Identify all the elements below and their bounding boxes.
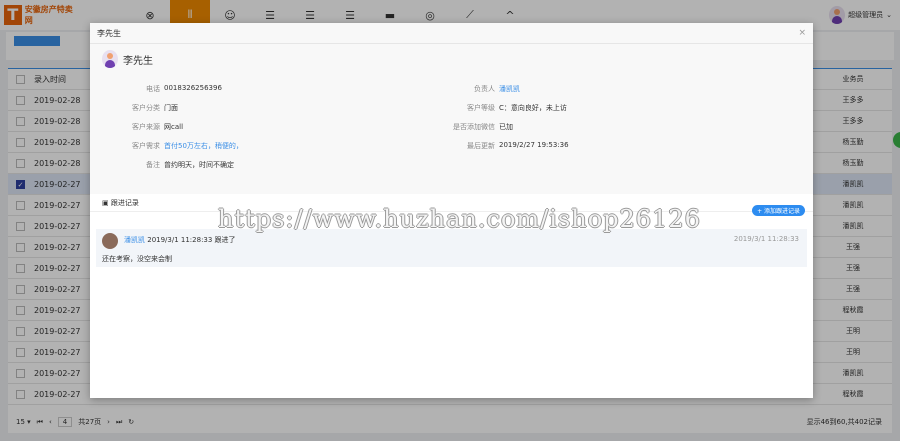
avatar [102,50,118,68]
modal-header: 李先生 [90,23,813,44]
add-follow-up-button[interactable]: + 添加跟进记录 [752,205,805,216]
follow-up-record: 潘凯凯 2019/3/1 11:28:33 跟进了 2019/3/1 11:28… [96,229,807,267]
close-icon[interactable]: × [798,28,806,38]
customer-info: 李先生 电话 0018326256396 负责人 潘凯凯 客户分类 门面 客户等级 C：… [90,44,813,194]
watermark: https://www.huzhan.com/ishop26126 [218,205,701,233]
user-photo [102,233,118,249]
record-icon: ▣ [102,198,111,207]
